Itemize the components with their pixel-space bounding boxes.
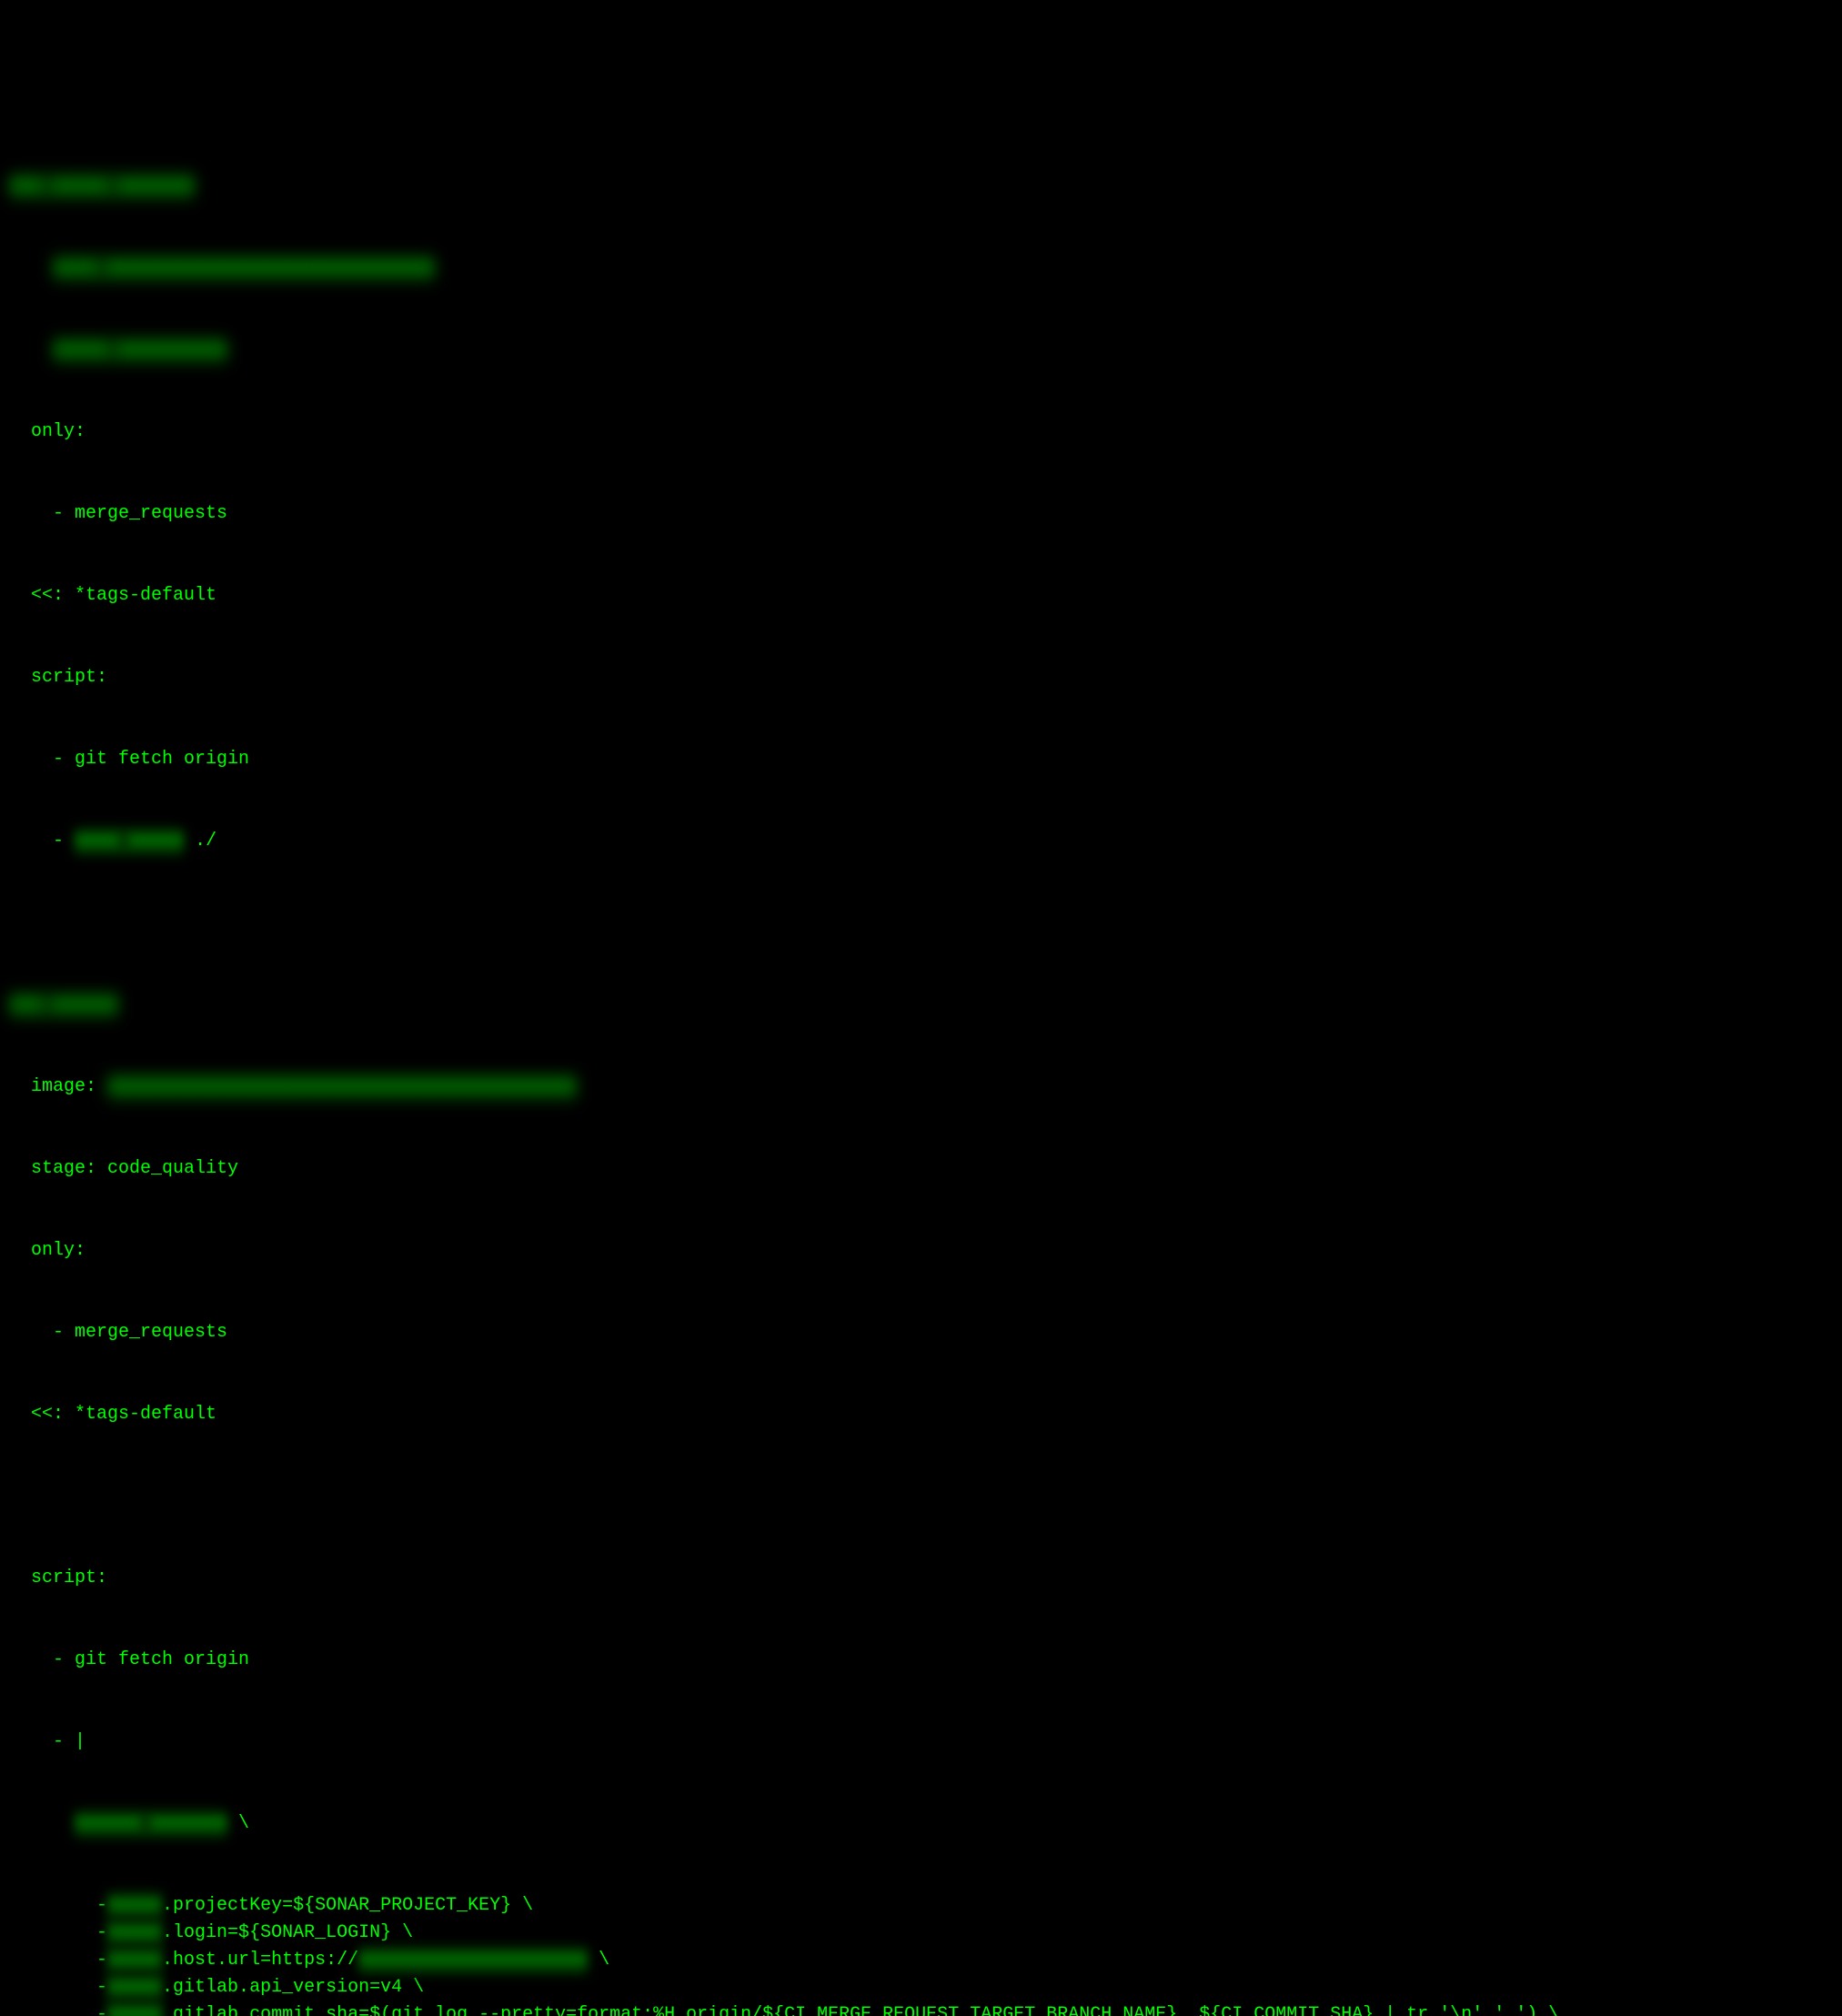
redacted-text: xxxxxx xxxxxxx: [75, 1810, 227, 1838]
job2-script-key: script:: [9, 1565, 1833, 1592]
redacted-text: xxx xxxxx xxxxxxx: [9, 173, 195, 200]
job1-tags-ref: <<: *tags-default: [9, 582, 1833, 610]
redacted-text: xxxx xxxxx: [75, 828, 184, 855]
sonar-param-line: -xxxxx.projectKey=${SONAR_PROJECT_KEY} \: [9, 1892, 1833, 1920]
redacted-text: xxxxx: [107, 1947, 162, 1974]
job2-tags-ref: <<: *tags-default: [9, 1401, 1833, 1428]
sonar-param-line: -xxxxx.gitlab.commit_sha=$(git log --pre…: [9, 2001, 1833, 2016]
sonar-param-line: -xxxxx.host.url=https://xxxxxxxxxxxxxxxx…: [9, 1947, 1833, 1974]
job2-script-item2: - |: [9, 1729, 1833, 1756]
job2-only-key: only:: [9, 1237, 1833, 1265]
redacted-text: xxxx xxxxxxxxxxxxxxxxxxxxxxxxxxxxxx: [53, 255, 435, 282]
sonar-cmd: xxxxxx xxxxxxx \: [9, 1810, 1833, 1838]
job1-line1: xxxx xxxxxxxxxxxxxxxxxxxxxxxxxxxxxx: [9, 255, 1833, 282]
job1-script-item2: - xxxx xxxxx ./: [9, 828, 1833, 855]
redacted-text: xxxxx xxxxxxxxxx: [53, 337, 227, 364]
blank-line: [9, 910, 1833, 937]
job1-line2: xxxxx xxxxxxxxxx: [9, 337, 1833, 364]
redacted-text: xxxxxxxxxxxxxxxxxxxxx: [358, 1947, 588, 1974]
job1-only-item: - merge_requests: [9, 500, 1833, 528]
job2-script-item1: - git fetch origin: [9, 1647, 1833, 1674]
job1-header: xxx xxxxx xxxxxxx: [9, 173, 1833, 200]
job2-stage: stage: code_quality: [9, 1155, 1833, 1183]
job1-script-key: script:: [9, 664, 1833, 691]
redacted-text: xxxxx: [107, 1892, 162, 1920]
redacted-text: xxx xxxxxx: [9, 992, 118, 1019]
job2-image: image: xxxxxxxxxxxxxxxxxxxxxxxxxxxxxxxxx…: [9, 1074, 1833, 1101]
job1-script-item1: - git fetch origin: [9, 746, 1833, 773]
sonar-param-line: -xxxxx.gitlab.api_version=v4 \: [9, 1974, 1833, 2001]
redacted-text: xxxxxxxxxxxxxxxxxxxxxxxxxxxxxxxxxxxxxxxx…: [107, 1074, 577, 1101]
redacted-text: xxxxx: [107, 1974, 162, 2001]
redacted-text: xxxxx: [107, 1920, 162, 1947]
sonar-lines: -xxxxx.projectKey=${SONAR_PROJECT_KEY} \…: [9, 1892, 1833, 2016]
sonar-param-line: -xxxxx.login=${SONAR_LOGIN} \: [9, 1920, 1833, 1947]
blank-line: [9, 1483, 1833, 1510]
redacted-text: xxxxx: [107, 2001, 162, 2016]
job2-only-item: - merge_requests: [9, 1319, 1833, 1346]
terminal-output[interactable]: xxx xxxxx xxxxxxx xxxx xxxxxxxxxxxxxxxxx…: [9, 118, 1833, 2016]
job1-only-key: only:: [9, 418, 1833, 446]
job2-header: xxx xxxxxx: [9, 992, 1833, 1019]
